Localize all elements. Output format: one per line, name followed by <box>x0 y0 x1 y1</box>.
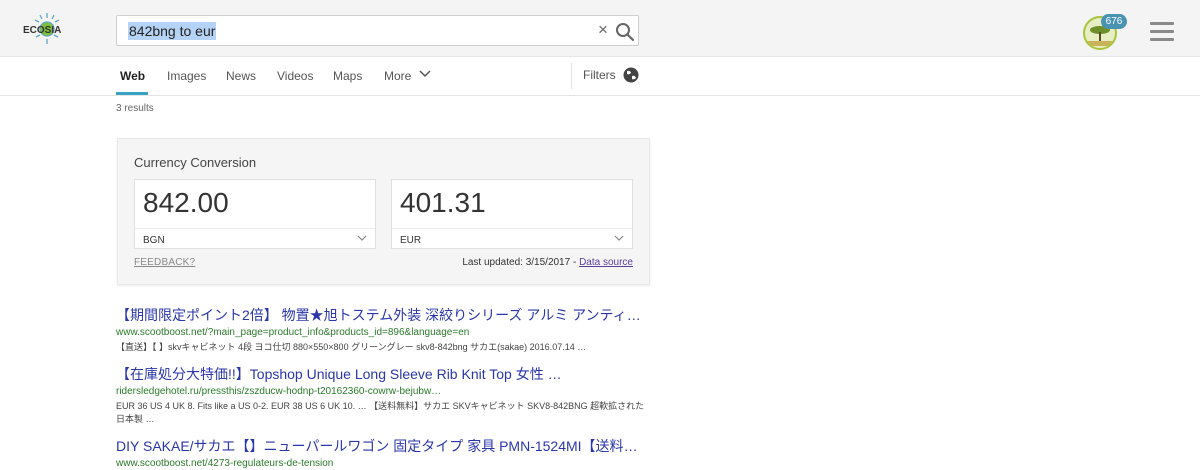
tab-maps[interactable]: Maps <box>333 69 362 83</box>
to-currency-select[interactable]: EUR <box>400 235 421 246</box>
tabs-divider <box>571 63 572 89</box>
feedback-link[interactable]: FEEDBACK? <box>134 257 195 268</box>
currency-conversion-card: Currency Conversion 842.00 BGN 401.31 EU… <box>117 138 650 285</box>
tab-videos[interactable]: Videos <box>277 69 313 83</box>
tree-count-badge: 676 <box>1101 14 1127 29</box>
result-snippet: EUR 36 US 4 UK 8. Fits like a US 0-2. EU… <box>116 401 645 424</box>
header-bar: ECOSIA 842bng to eur × 676 <box>0 0 1200 57</box>
search-tabs: Web Images News Videos Maps More Filters <box>0 57 1200 96</box>
result-title-link[interactable]: 【期間限定ポイント2倍】 物置★旭トステム外装 深絞りシリーズ アルミ アンティ… <box>116 307 646 324</box>
tab-news[interactable]: News <box>226 69 256 83</box>
chevron-down-icon[interactable] <box>419 70 431 78</box>
globe-icon[interactable] <box>623 67 639 83</box>
result-url[interactable]: www.scootboost.net/4273-regulateurs-de-t… <box>116 457 646 470</box>
tab-images[interactable]: Images <box>167 69 206 83</box>
search-icon[interactable] <box>614 21 636 43</box>
search-result: 【在庫処分大特価!!】Topshop Unique Long Sleeve Ri… <box>116 366 646 426</box>
result-snippet: 【直送】【 】skvキャビネット 4段 ヨコ仕切 880×550×800 グリー… <box>116 342 587 352</box>
close-icon[interactable]: × <box>598 20 608 40</box>
results-count: 3 results <box>116 103 154 114</box>
filters-button[interactable]: Filters <box>583 68 616 82</box>
search-query-text[interactable]: 842bng to eur <box>128 22 217 40</box>
result-title-link[interactable]: 【在庫処分大特価!!】Topshop Unique Long Sleeve Ri… <box>116 366 646 383</box>
from-currency-select[interactable]: BGN <box>143 235 165 246</box>
search-result: DIY SAKAE/サカエ【】ニューパールワゴン 固定タイプ 家具 PMN-15… <box>116 438 646 470</box>
tab-more[interactable]: More <box>384 69 411 83</box>
chevron-down-icon[interactable] <box>357 235 367 242</box>
data-source-link[interactable]: Data source <box>579 257 633 268</box>
from-amount-input[interactable]: 842.00 <box>143 187 229 219</box>
to-amount-input[interactable]: 401.31 <box>400 187 486 219</box>
card-title: Currency Conversion <box>134 155 257 170</box>
tab-web[interactable]: Web <box>120 69 145 83</box>
search-result: 【期間限定ポイント2倍】 物置★旭トステム外装 深絞りシリーズ アルミ アンティ… <box>116 307 646 354</box>
search-input[interactable]: 842bng to eur × <box>116 15 639 46</box>
to-currency-box: 401.31 EUR <box>391 179 633 249</box>
result-title-link[interactable]: DIY SAKAE/サカエ【】ニューパールワゴン 固定タイプ 家具 PMN-15… <box>116 438 646 455</box>
hamburger-menu-icon[interactable] <box>1150 22 1174 41</box>
last-updated-info: Last updated: 3/15/2017 - Data source <box>462 257 633 268</box>
active-tab-indicator <box>116 92 148 95</box>
result-url[interactable]: ridersledgehotel.ru/pressthis/zszducw-ho… <box>116 385 646 398</box>
chevron-down-icon[interactable] <box>614 235 624 242</box>
last-updated-text: Last updated: 3/15/2017 - <box>462 257 577 268</box>
ecosia-logo[interactable]: ECOSIA <box>22 11 72 47</box>
from-currency-box: 842.00 BGN <box>134 179 376 249</box>
result-url[interactable]: www.scootboost.net/?main_page=product_in… <box>116 326 646 339</box>
logo-text: ECOSIA <box>23 25 61 36</box>
